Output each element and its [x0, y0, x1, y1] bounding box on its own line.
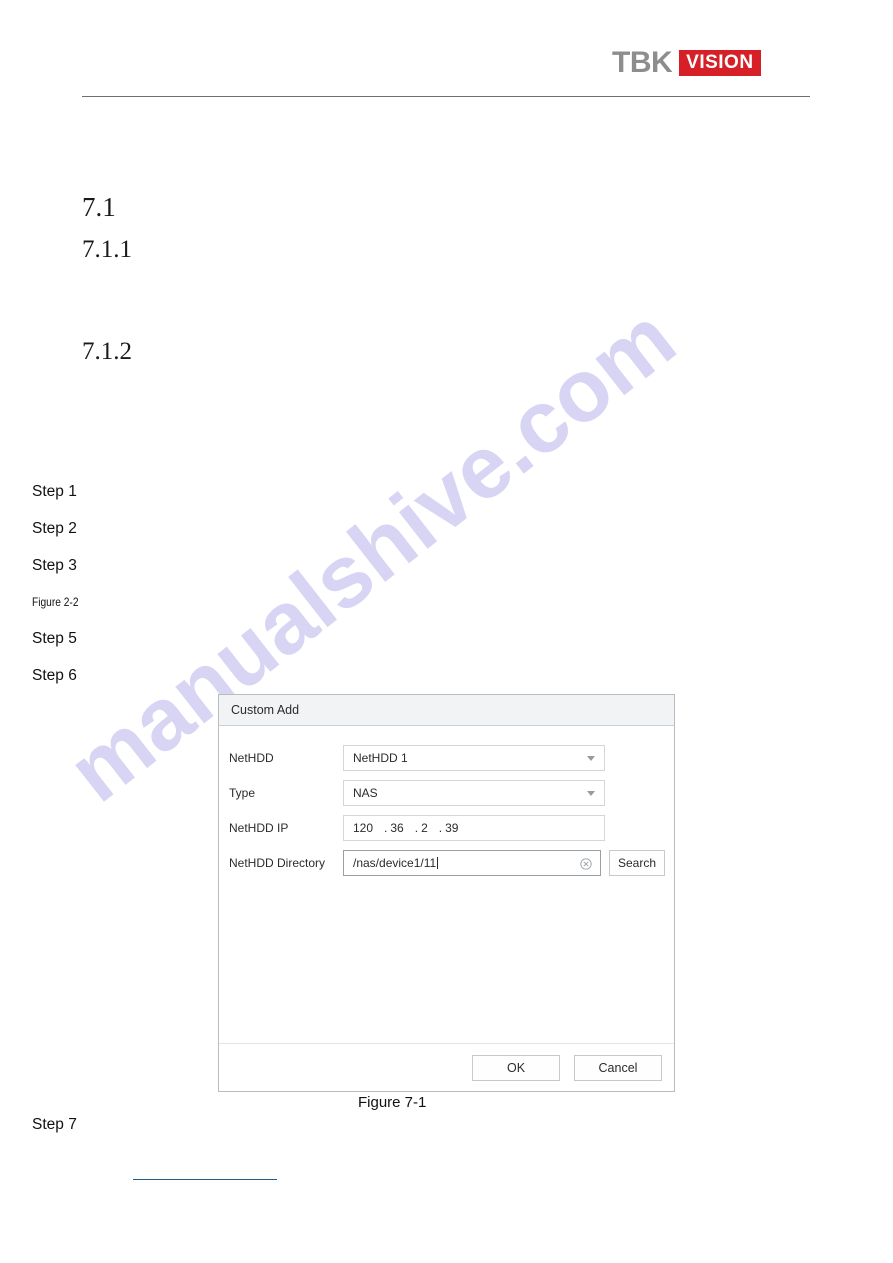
dialog-body: NetHDD NetHDD 1 Type NAS NetHDD IP 120 .…	[219, 726, 674, 1043]
section-heading-7-1-2: 7.1.2	[82, 338, 132, 365]
type-label: Type	[229, 786, 256, 800]
ip-octets: 120 . 36 . 2 . 39	[344, 821, 458, 835]
clear-circle-icon[interactable]	[580, 857, 592, 870]
figure-reference: Figure 2-2	[32, 595, 79, 609]
ip-separator-1: .	[384, 821, 388, 835]
section-heading-7-1: 7.1	[82, 192, 116, 222]
ip-octet-3: 2	[421, 821, 428, 835]
brand-logo: TBK VISION	[612, 48, 761, 78]
chevron-down-icon	[587, 791, 595, 796]
custom-add-dialog: Custom Add NetHDD NetHDD 1 Type NAS NetH…	[218, 694, 675, 1092]
ip-octet-1: 120	[353, 821, 374, 835]
nethdd-ip-input[interactable]: 120 . 36 . 2 . 39	[343, 815, 605, 841]
dialog-footer: OK Cancel	[219, 1043, 674, 1091]
nethdd-directory-label: NetHDD Directory	[229, 856, 326, 870]
header-divider	[82, 96, 810, 97]
logo-vision-badge: VISION	[679, 50, 761, 76]
chevron-down-icon	[587, 756, 595, 761]
ip-octet-2: 36	[390, 821, 404, 835]
ip-separator-2: .	[414, 821, 419, 835]
section-heading-7-1-1: 7.1.1	[82, 236, 132, 263]
ip-separator-3: .	[438, 821, 443, 835]
dialog-title: Custom Add	[231, 703, 300, 717]
dialog-titlebar: Custom Add	[219, 695, 674, 726]
step-label-7: Step 7	[32, 1116, 77, 1133]
step-label-6: Step 6	[32, 667, 77, 684]
step-label-3: Step 3	[32, 557, 77, 574]
nethdd-select-value: NetHDD 1	[353, 751, 408, 765]
ip-octet-4: 39	[445, 821, 459, 835]
nethdd-label: NetHDD	[229, 751, 274, 765]
nethdd-directory-input[interactable]: /nas/device1/11	[343, 850, 601, 876]
nethdd-ip-label: NetHDD IP	[229, 821, 289, 835]
type-select[interactable]: NAS	[343, 780, 605, 806]
figure-caption: Figure 7-1	[358, 1094, 427, 1111]
text-cursor	[437, 857, 439, 869]
step-label-1: Step 1	[32, 483, 77, 500]
logo-tbk-text: TBK	[612, 46, 673, 79]
nethdd-directory-value: /nas/device1/11	[353, 856, 437, 870]
type-select-value: NAS	[353, 786, 378, 800]
ok-button[interactable]: OK	[472, 1054, 560, 1081]
form-row-nethdd: NetHDD NetHDD 1	[219, 741, 674, 775]
step-label-2: Step 2	[32, 520, 77, 537]
nethdd-select[interactable]: NetHDD 1	[343, 745, 605, 771]
document-page: TBK VISION 7.1 7.1.1 7.1.2 Step 1 Step 2…	[0, 0, 893, 1263]
form-row-type: Type NAS	[219, 776, 674, 810]
footer-link-underline	[133, 1179, 277, 1180]
search-button[interactable]: Search	[609, 850, 665, 876]
step-label-5: Step 5	[32, 630, 77, 647]
form-row-nethdd-directory: NetHDD Directory /nas/device1/11 Search	[219, 846, 674, 880]
cancel-button[interactable]: Cancel	[574, 1054, 662, 1081]
form-row-nethdd-ip: NetHDD IP 120 . 36 . 2 . 39	[219, 811, 674, 845]
